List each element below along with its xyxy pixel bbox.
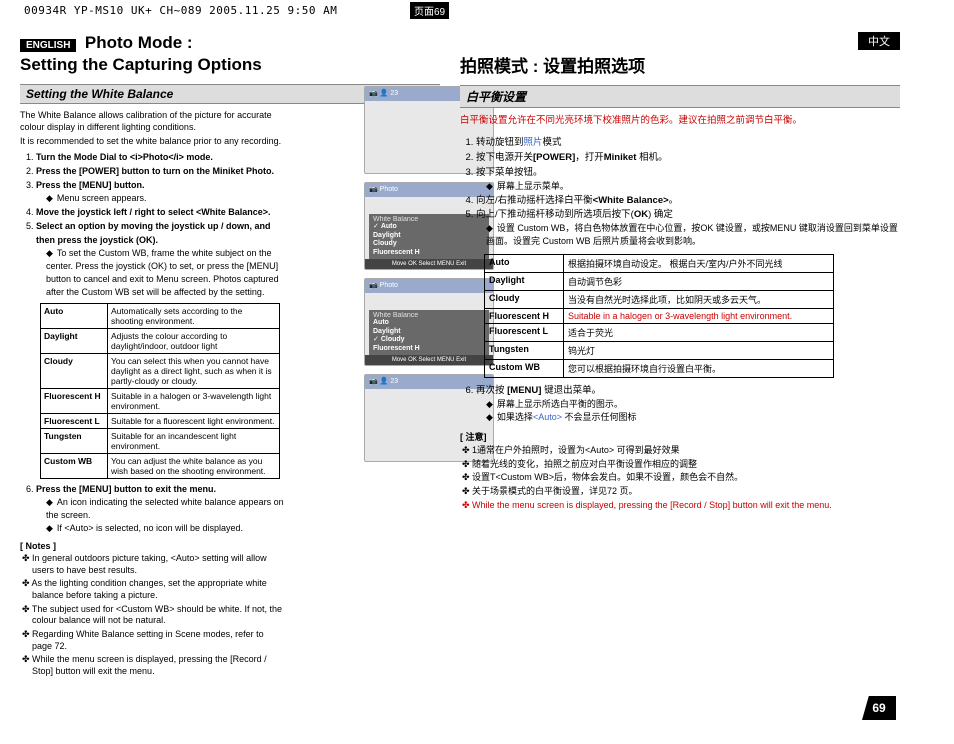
step6-sub2: If <Auto> is selected, no icon will be d… <box>46 522 285 535</box>
step-6: Press the [MENU] button to exit the menu… <box>36 484 216 494</box>
step-2: Press the [POWER] button to turn on the … <box>36 166 274 176</box>
steps-list: Turn the Mode Dial to <i>Photo</i> mode.… <box>20 151 285 299</box>
notes-heading-cn: [ 注意] <box>460 430 900 443</box>
table-row: Daylight <box>485 273 564 291</box>
title-line2: Setting the Capturing Options <box>20 54 440 76</box>
step-5: Select an option by moving the joystick … <box>36 221 271 244</box>
section-heading-cn: 白平衡设置 <box>460 85 900 108</box>
table-row: Fluorescent H <box>41 388 108 413</box>
table-row: Cloudy <box>41 353 108 388</box>
wb-table: AutoAutomatically sets according to the … <box>40 303 280 479</box>
title-cn: 拍照模式 : 设置拍照选项 <box>460 52 900 77</box>
note-item: As the lighting condition changes, set t… <box>32 578 285 601</box>
table-row: Fluorescent H <box>485 309 564 324</box>
step5-sub-cn: 设置 Custom WB，将白色物体放置在中心位置，按OK 键设置，或按MENU… <box>486 222 900 248</box>
note-item-cn: 设置T<Custom WB>后，物体会发白。如果不设置，颜色会不自然。 <box>472 472 900 484</box>
step-3: Press the [MENU] button. <box>36 180 145 190</box>
intro-1: The White Balance allows calibration of … <box>20 110 285 133</box>
page-number: 69 <box>862 696 896 720</box>
intro-cn: 白平衡设置允许在不同光亮环境下校准照片的色彩。建议在拍照之前调节白平衡。 <box>460 114 900 128</box>
step-cn-1: 转动旋钮到照片模式 <box>476 137 562 148</box>
step-cn-5: 向上/下推动摇杆移动到所选项后按下(OK) 确定 <box>476 209 673 220</box>
table-row: Daylight <box>41 328 108 353</box>
step-cn-3: 按下菜单按钮。 <box>476 167 543 178</box>
note-item: Regarding White Balance setting in Scene… <box>32 629 285 652</box>
step-cn-4: 向左/右推动摇杆选择白平衡<White Balance>。 <box>476 195 678 206</box>
content: ENGLISH Photo Mode : Setting the Capturi… <box>20 32 934 724</box>
note-item-cn: 关于场景模式的白平衡设置，详见72 页。 <box>472 486 900 498</box>
step-1: Turn the Mode Dial to <i>Photo</i> mode. <box>36 152 213 162</box>
step-6-list: Press the [MENU] button to exit the menu… <box>20 483 285 535</box>
step6-sub1: An icon indicating the selected white ba… <box>46 496 285 522</box>
step6-sub2-cn: 如果选择<Auto> 不会显示任何图标 <box>486 411 900 424</box>
title-line1: Photo Mode : <box>85 33 193 52</box>
table-row: Auto <box>41 303 108 328</box>
step6-sub1-cn: 屏幕上显示所选白平衡的图示。 <box>486 398 900 411</box>
chinese-column: 中文 拍照模式 : 设置拍照选项 白平衡设置 白平衡设置允许在不同光亮环境下校准… <box>460 32 900 724</box>
table-row: Auto <box>485 255 564 273</box>
note-item-cn: 随着光线的变化，拍照之前应对白平衡设置作相应的调整 <box>472 459 900 471</box>
steps-list-cn: 转动旋钮到照片模式 按下电源开关[POWER]，打开Miniket 相机。 按下… <box>460 136 900 248</box>
intro-2: It is recommended to set the white balan… <box>20 136 285 148</box>
page-badge: 页面69 <box>410 2 449 19</box>
step-6-text: 再次按 [MENU] 键退出菜单。 <box>476 385 601 396</box>
step3-sub: Menu screen appears. <box>46 192 285 205</box>
table-row: Custom WB <box>485 360 564 378</box>
step3-sub-cn: 屏幕上显示菜单。 <box>486 180 900 193</box>
lang-badge-en: ENGLISH <box>20 39 76 52</box>
table-row: Tungsten <box>485 342 564 360</box>
table-row: Tungsten <box>41 428 108 453</box>
step-6-cn: 再次按 [MENU] 键退出菜单。 屏幕上显示所选白平衡的图示。 如果选择<Au… <box>460 384 900 424</box>
english-column: ENGLISH Photo Mode : Setting the Capturi… <box>20 32 440 724</box>
table-row: Cloudy <box>485 291 564 309</box>
note-item-cn: 1通常在户外拍照时，设置为<Auto> 可得到最好效果 <box>472 445 900 457</box>
step-cn-2: 按下电源开关[POWER]，打开Miniket 相机。 <box>476 152 668 163</box>
table-row: Fluorescent L <box>41 413 108 428</box>
note-item: While the menu screen is displayed, pres… <box>32 654 285 677</box>
note-item: The subject used for <Custom WB> should … <box>32 604 285 627</box>
table-row: Custom WB <box>41 453 108 478</box>
doc-header: 00934R YP-MS10 UK+ CH~089 2005.11.25 9:5… <box>24 4 337 17</box>
step-4: Move the joystick left / right to select… <box>36 207 271 217</box>
notes-heading: [ Notes ] <box>20 541 285 551</box>
table-row: Fluorescent L <box>485 324 564 342</box>
lang-badge-cn: 中文 <box>858 32 900 50</box>
step5-sub: To set the Custom WB, frame the white su… <box>46 247 285 299</box>
manual-page: 00934R YP-MS10 UK+ CH~089 2005.11.25 9:5… <box>0 0 954 744</box>
wb-table-cn: Auto根据拍摄环境自动设定。 根据白天/室内/户外不同光线 Daylight自… <box>484 254 834 378</box>
note-item: In general outdoors picture taking, <Aut… <box>32 553 285 576</box>
note-item-cn-last: While the menu screen is displayed, pres… <box>472 500 900 512</box>
